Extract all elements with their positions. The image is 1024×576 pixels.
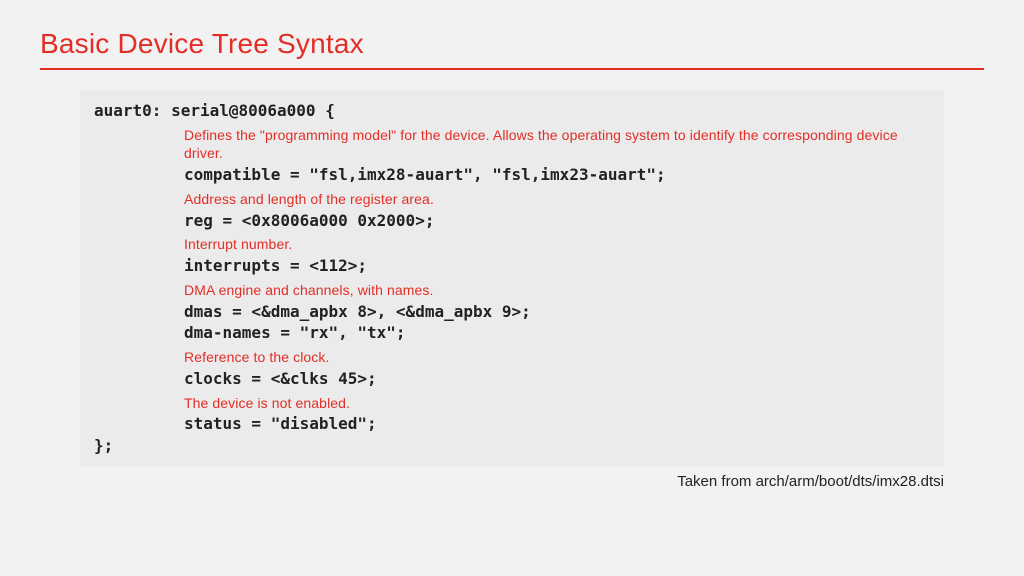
annotation: The device is not enabled. — [184, 394, 930, 413]
code-line: interrupts = <112>; — [184, 255, 930, 277]
code-line: status = "disabled"; — [184, 413, 930, 435]
code-line: dma-names = "rx", "tx"; — [184, 322, 930, 344]
code-line: reg = <0x8006a000 0x2000>; — [184, 210, 930, 232]
annotation: Interrupt number. — [184, 235, 930, 254]
code-close-brace: }; — [94, 435, 930, 457]
code-block: auart0: serial@8006a000 { Defines the "p… — [80, 90, 944, 467]
title-underline — [40, 68, 984, 70]
annotation: Defines the "programming model" for the … — [184, 126, 930, 164]
annotation: DMA engine and channels, with names. — [184, 281, 930, 300]
code-line: clocks = <&clks 45>; — [184, 368, 930, 390]
code-open-brace: auart0: serial@8006a000 { — [94, 100, 930, 122]
source-caption: Taken from arch/arm/boot/dts/imx28.dtsi — [40, 473, 944, 490]
slide-title: Basic Device Tree Syntax — [40, 28, 984, 60]
annotation: Address and length of the register area. — [184, 190, 930, 209]
code-line: compatible = "fsl,imx28-auart", "fsl,imx… — [184, 164, 930, 186]
code-line: dmas = <&dma_apbx 8>, <&dma_apbx 9>; — [184, 301, 930, 323]
annotation: Reference to the clock. — [184, 348, 930, 367]
